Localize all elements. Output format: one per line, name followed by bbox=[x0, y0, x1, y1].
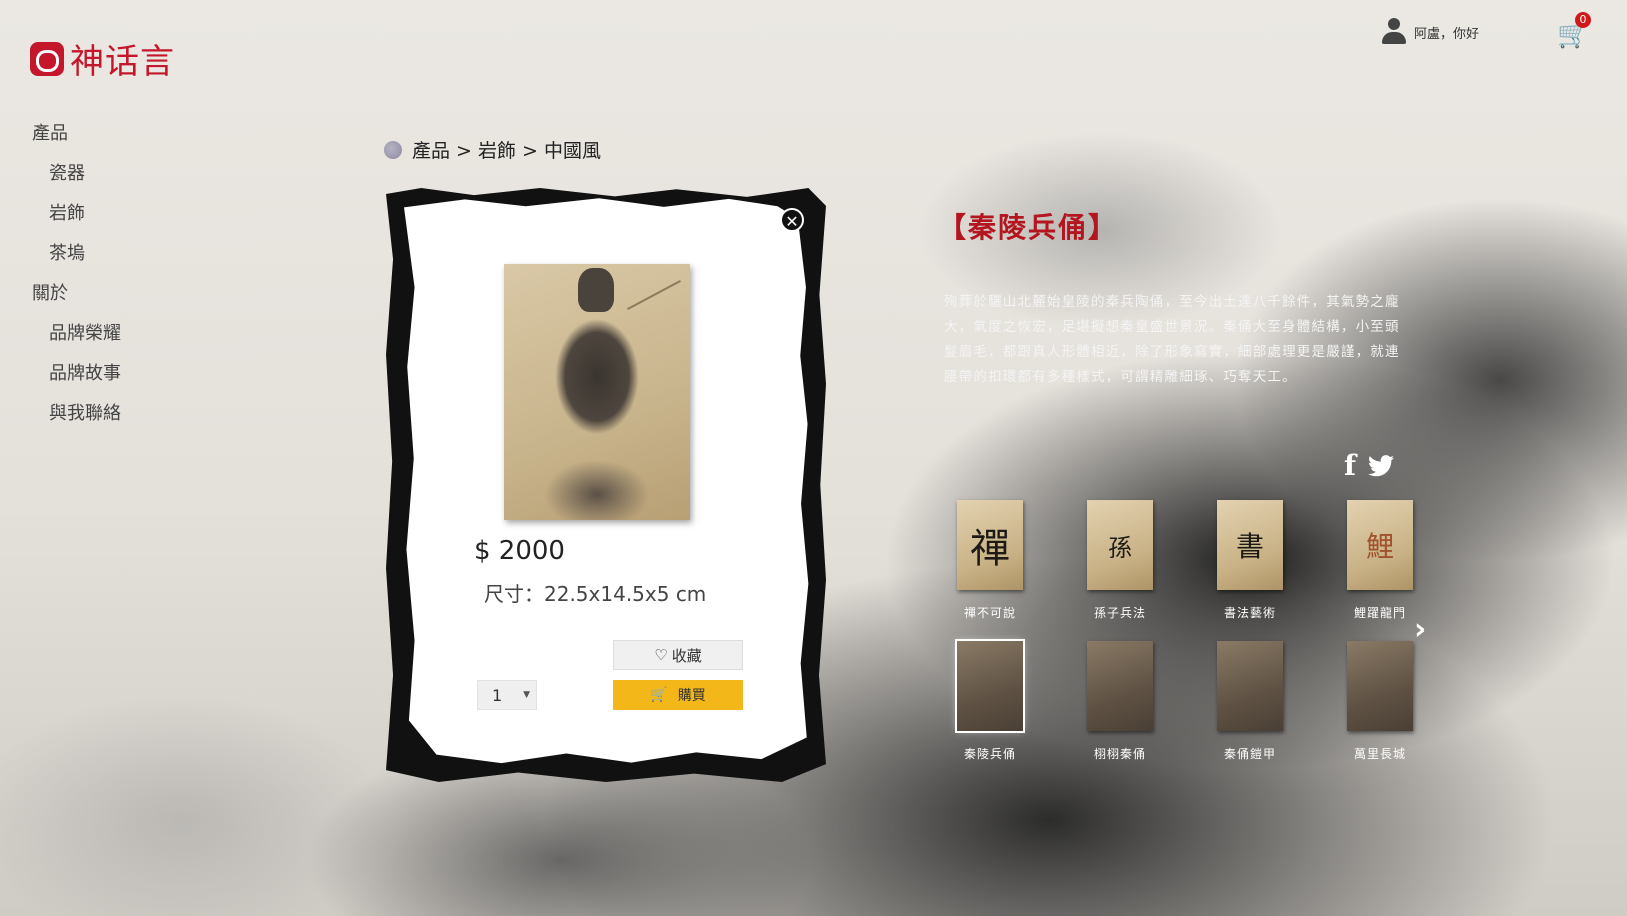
thumbnail-glyph: 書 bbox=[1235, 530, 1264, 563]
thumbnail-label: 書法藝術 bbox=[1223, 606, 1276, 620]
breadcrumb-text[interactable]: 產品 > 岩飾 > 中國風 bbox=[412, 136, 601, 163]
thumbnail-item[interactable]: 禪 禪不可說 bbox=[925, 500, 1055, 621]
thumbnail-image: 書 bbox=[1217, 500, 1283, 590]
user-icon bbox=[1380, 18, 1408, 46]
thumbnail-item[interactable]: 栩栩秦俑 bbox=[1055, 641, 1185, 762]
sidebar-item-tea[interactable]: 茶塢 bbox=[32, 234, 232, 274]
sidebar-item-rock-decor[interactable]: 岩飾 bbox=[32, 194, 232, 234]
user-greeting[interactable]: 阿盧，你好 bbox=[1380, 18, 1479, 46]
breadcrumb-dot-icon bbox=[384, 140, 402, 159]
thumbnail-image bbox=[1347, 641, 1413, 731]
thumbnail-label: 秦陵兵俑 bbox=[963, 747, 1016, 761]
sidebar-item-brand-honor[interactable]: 品牌榮耀 bbox=[32, 314, 232, 354]
related-products-grid: 禪 禪不可說 孫 孫子兵法 書 書法藝術 鯉 鯉躍龍門 秦陵兵俑 栩栩秦俑 秦俑… bbox=[925, 500, 1425, 762]
sidebar-item-porcelain[interactable]: 瓷器 bbox=[32, 154, 232, 194]
quantity-value: 1 bbox=[492, 685, 503, 705]
thumbnail-item[interactable]: 萬里長城 bbox=[1315, 641, 1445, 762]
thumbnail-glyph: 禪 bbox=[970, 526, 1010, 572]
cart-button[interactable]: 🛒 0 bbox=[1557, 12, 1591, 48]
thumbnail-label: 鯉躍龍門 bbox=[1353, 606, 1406, 620]
thumbnail-image bbox=[1087, 641, 1153, 731]
buy-label: 購買 bbox=[677, 688, 706, 704]
sidebar-item-brand-story[interactable]: 品牌故事 bbox=[32, 354, 232, 394]
product-title: 【秦陵兵俑】 bbox=[938, 211, 1119, 244]
product-price: $ 2000 bbox=[474, 536, 565, 566]
thumbnail-item[interactable]: 孫 孫子兵法 bbox=[1055, 500, 1185, 621]
sidebar-item-contact[interactable]: 與我聯絡 bbox=[32, 394, 232, 434]
brand-name: 神话言 bbox=[70, 42, 175, 82]
product-size: 尺寸：22.5x14.5x5 cm bbox=[484, 582, 707, 606]
chevron-right-icon[interactable]: › bbox=[1414, 612, 1426, 647]
cart-icon: 🛒 bbox=[650, 687, 668, 703]
thumbnail-label: 秦俑鎧甲 bbox=[1223, 747, 1276, 761]
thumbnail-image: 鯉 bbox=[1347, 500, 1413, 590]
product-description: 殉葬於驪山北麓始皇陵的秦兵陶俑，至今出土達八千餘件，其氣勢之龐大，氣度之恢宏，足… bbox=[944, 294, 1400, 385]
thumbnail-label: 禪不可說 bbox=[963, 606, 1016, 620]
thumbnail-glyph: 鯉 bbox=[1365, 530, 1394, 563]
close-icon[interactable]: ✕ bbox=[780, 208, 804, 232]
thumbnail-image: 孫 bbox=[1087, 500, 1153, 590]
thumbnail-image bbox=[955, 639, 1025, 733]
thumbnail-item[interactable]: 書 書法藝術 bbox=[1185, 500, 1315, 621]
heart-icon: ♡ bbox=[654, 646, 668, 664]
sidebar-item-products[interactable]: 產品 bbox=[32, 114, 232, 154]
product-image-crack bbox=[627, 280, 681, 310]
favorite-button[interactable]: ♡ 收藏 bbox=[613, 640, 743, 670]
thumbnail-item[interactable]: 秦俑鎧甲 bbox=[1185, 641, 1315, 762]
facebook-icon[interactable]: f bbox=[1344, 452, 1356, 480]
thumbnail-image bbox=[1217, 641, 1283, 731]
user-greeting-text: 阿盧，你好 bbox=[1413, 26, 1479, 42]
sidebar-item-about[interactable]: 關於 bbox=[32, 274, 232, 314]
thumbnail-label: 萬里長城 bbox=[1353, 747, 1406, 761]
buy-button[interactable]: 🛒 購買 bbox=[613, 680, 743, 710]
quantity-select[interactable]: 1 ▼ bbox=[477, 680, 537, 710]
sidebar-nav: 產品 瓷器 岩飾 茶塢 關於 品牌榮耀 品牌故事 與我聯絡 bbox=[32, 114, 232, 434]
favorite-label: 收藏 bbox=[671, 646, 702, 665]
thumbnail-image: 禪 bbox=[957, 500, 1023, 590]
cart-count-badge: 0 bbox=[1575, 12, 1591, 28]
twitter-icon[interactable] bbox=[1368, 455, 1395, 477]
thumbnail-item[interactable]: 鯉 鯉躍龍門 bbox=[1315, 500, 1445, 621]
product-image bbox=[504, 264, 690, 520]
caret-down-icon: ▼ bbox=[523, 690, 530, 700]
thumbnail-label: 栩栩秦俑 bbox=[1093, 747, 1146, 761]
social-links: f bbox=[1344, 452, 1395, 480]
breadcrumb: 產品 > 岩飾 > 中國風 bbox=[384, 136, 601, 163]
thumbnail-glyph: 孫 bbox=[1108, 533, 1132, 562]
logo-mark-icon bbox=[30, 41, 64, 76]
thumbnail-label: 孫子兵法 bbox=[1093, 606, 1146, 620]
thumbnail-item-selected[interactable]: 秦陵兵俑 bbox=[925, 639, 1055, 762]
product-image-detail bbox=[578, 268, 614, 312]
brand-logo[interactable]: 神话言 bbox=[30, 34, 175, 83]
